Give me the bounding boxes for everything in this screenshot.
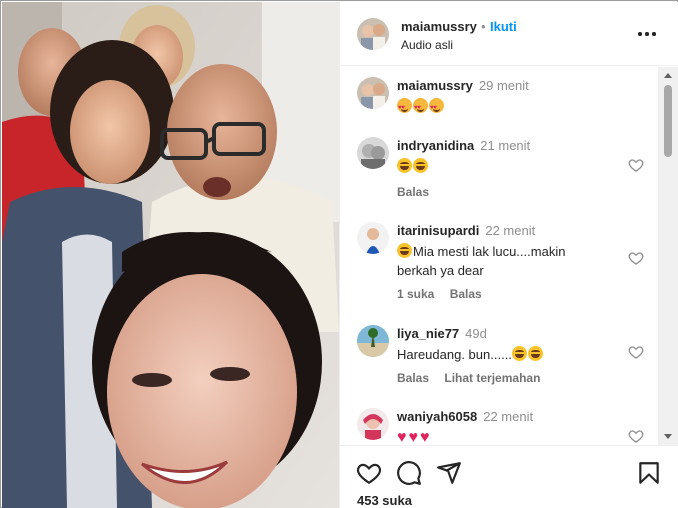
post-video[interactable] <box>2 2 339 508</box>
comment-time: 21 menit <box>480 138 531 153</box>
red-heart-icon: ♥ <box>408 429 419 445</box>
follow-button[interactable]: Ikuti <box>490 19 517 34</box>
comment-text <box>397 157 607 176</box>
comment-time: 49d <box>465 326 487 341</box>
comment-actions: 1 suka Balas <box>397 287 494 301</box>
comment-actions: Balas Lihat terjemahan <box>397 371 552 385</box>
comments-scrollbar[interactable] <box>658 67 678 445</box>
reply-button[interactable]: Balas <box>397 185 429 199</box>
laughing-face-icon <box>413 158 428 173</box>
comment-username[interactable]: waniyah6058 <box>397 409 477 424</box>
like-count[interactable]: 453 suka <box>357 493 412 508</box>
red-heart-icon: ♥ <box>397 429 407 445</box>
comment-text: ♥ ♥ ♥ <box>397 428 607 445</box>
comment-text <box>397 97 607 118</box>
smiling-face-with-hearts-icon <box>429 98 444 118</box>
laughing-face-icon <box>397 158 412 173</box>
scroll-down-arrow-icon[interactable] <box>664 434 672 439</box>
post-panel: maiamussry • Ikuti Audio asli maiamussry… <box>339 2 678 508</box>
avatar[interactable] <box>357 408 389 440</box>
laughing-face-icon <box>511 346 527 361</box>
audio-label[interactable]: Audio asli <box>401 38 453 52</box>
avatar[interactable] <box>357 222 389 254</box>
bookmark-icon[interactable] <box>636 460 662 486</box>
avatar[interactable] <box>357 325 389 357</box>
avatar[interactable] <box>357 77 389 109</box>
comment-username[interactable]: liya_nie77 <box>397 326 459 341</box>
scroll-up-arrow-icon[interactable] <box>664 73 672 78</box>
like-comment-heart-icon[interactable] <box>628 428 644 444</box>
comment-time: 22 menit <box>483 409 534 424</box>
comment-username[interactable]: indryanidina <box>397 138 474 153</box>
comment-actions: Balas <box>397 185 441 199</box>
more-horizontal-icon[interactable] <box>637 26 657 42</box>
comment-like-count[interactable]: 1 suka <box>397 287 434 301</box>
comment-list[interactable]: maiamussry 29 menit indryanidina 21 menit <box>340 67 678 445</box>
see-translation-button[interactable]: Lihat terjemahan <box>444 371 540 385</box>
separator-dot: • <box>481 19 486 34</box>
comment-icon[interactable] <box>396 460 422 486</box>
comment-time: 22 menit <box>485 223 536 238</box>
laughing-face-icon <box>397 243 412 258</box>
avatar[interactable] <box>357 137 389 169</box>
post-username[interactable]: maiamussry <box>401 19 477 34</box>
like-comment-heart-icon[interactable] <box>628 344 644 360</box>
red-heart-icon: ♥ <box>420 429 430 445</box>
laughing-face-icon <box>527 346 543 361</box>
like-comment-heart-icon[interactable] <box>628 250 644 266</box>
post-header: maiamussry • Ikuti Audio asli <box>340 2 678 66</box>
comment-username[interactable]: maiamussry <box>397 78 473 93</box>
post-actions-bar: 453 suka <box>340 445 678 508</box>
share-icon[interactable] <box>436 460 462 486</box>
comment-time: 29 menit <box>478 78 529 93</box>
scrollbar-thumb[interactable] <box>664 85 672 157</box>
video-frame <box>2 2 339 508</box>
like-comment-heart-icon[interactable] <box>628 157 644 173</box>
reply-button[interactable]: Balas <box>397 371 429 385</box>
smiling-face-with-hearts-icon <box>397 98 412 118</box>
smiling-face-with-hearts-icon <box>413 98 428 118</box>
comment-text: Mia mesti lak lucu....makin berkah ya de… <box>397 243 566 278</box>
avatar[interactable] <box>357 18 389 50</box>
comment-username[interactable]: itarinisupardi <box>397 223 479 238</box>
comment-text: Hareudang. bun...... <box>397 345 607 364</box>
reply-button[interactable]: Balas <box>450 287 482 301</box>
heart-icon[interactable] <box>356 460 382 486</box>
post-window: maiamussry • Ikuti Audio asli maiamussry… <box>0 0 678 508</box>
